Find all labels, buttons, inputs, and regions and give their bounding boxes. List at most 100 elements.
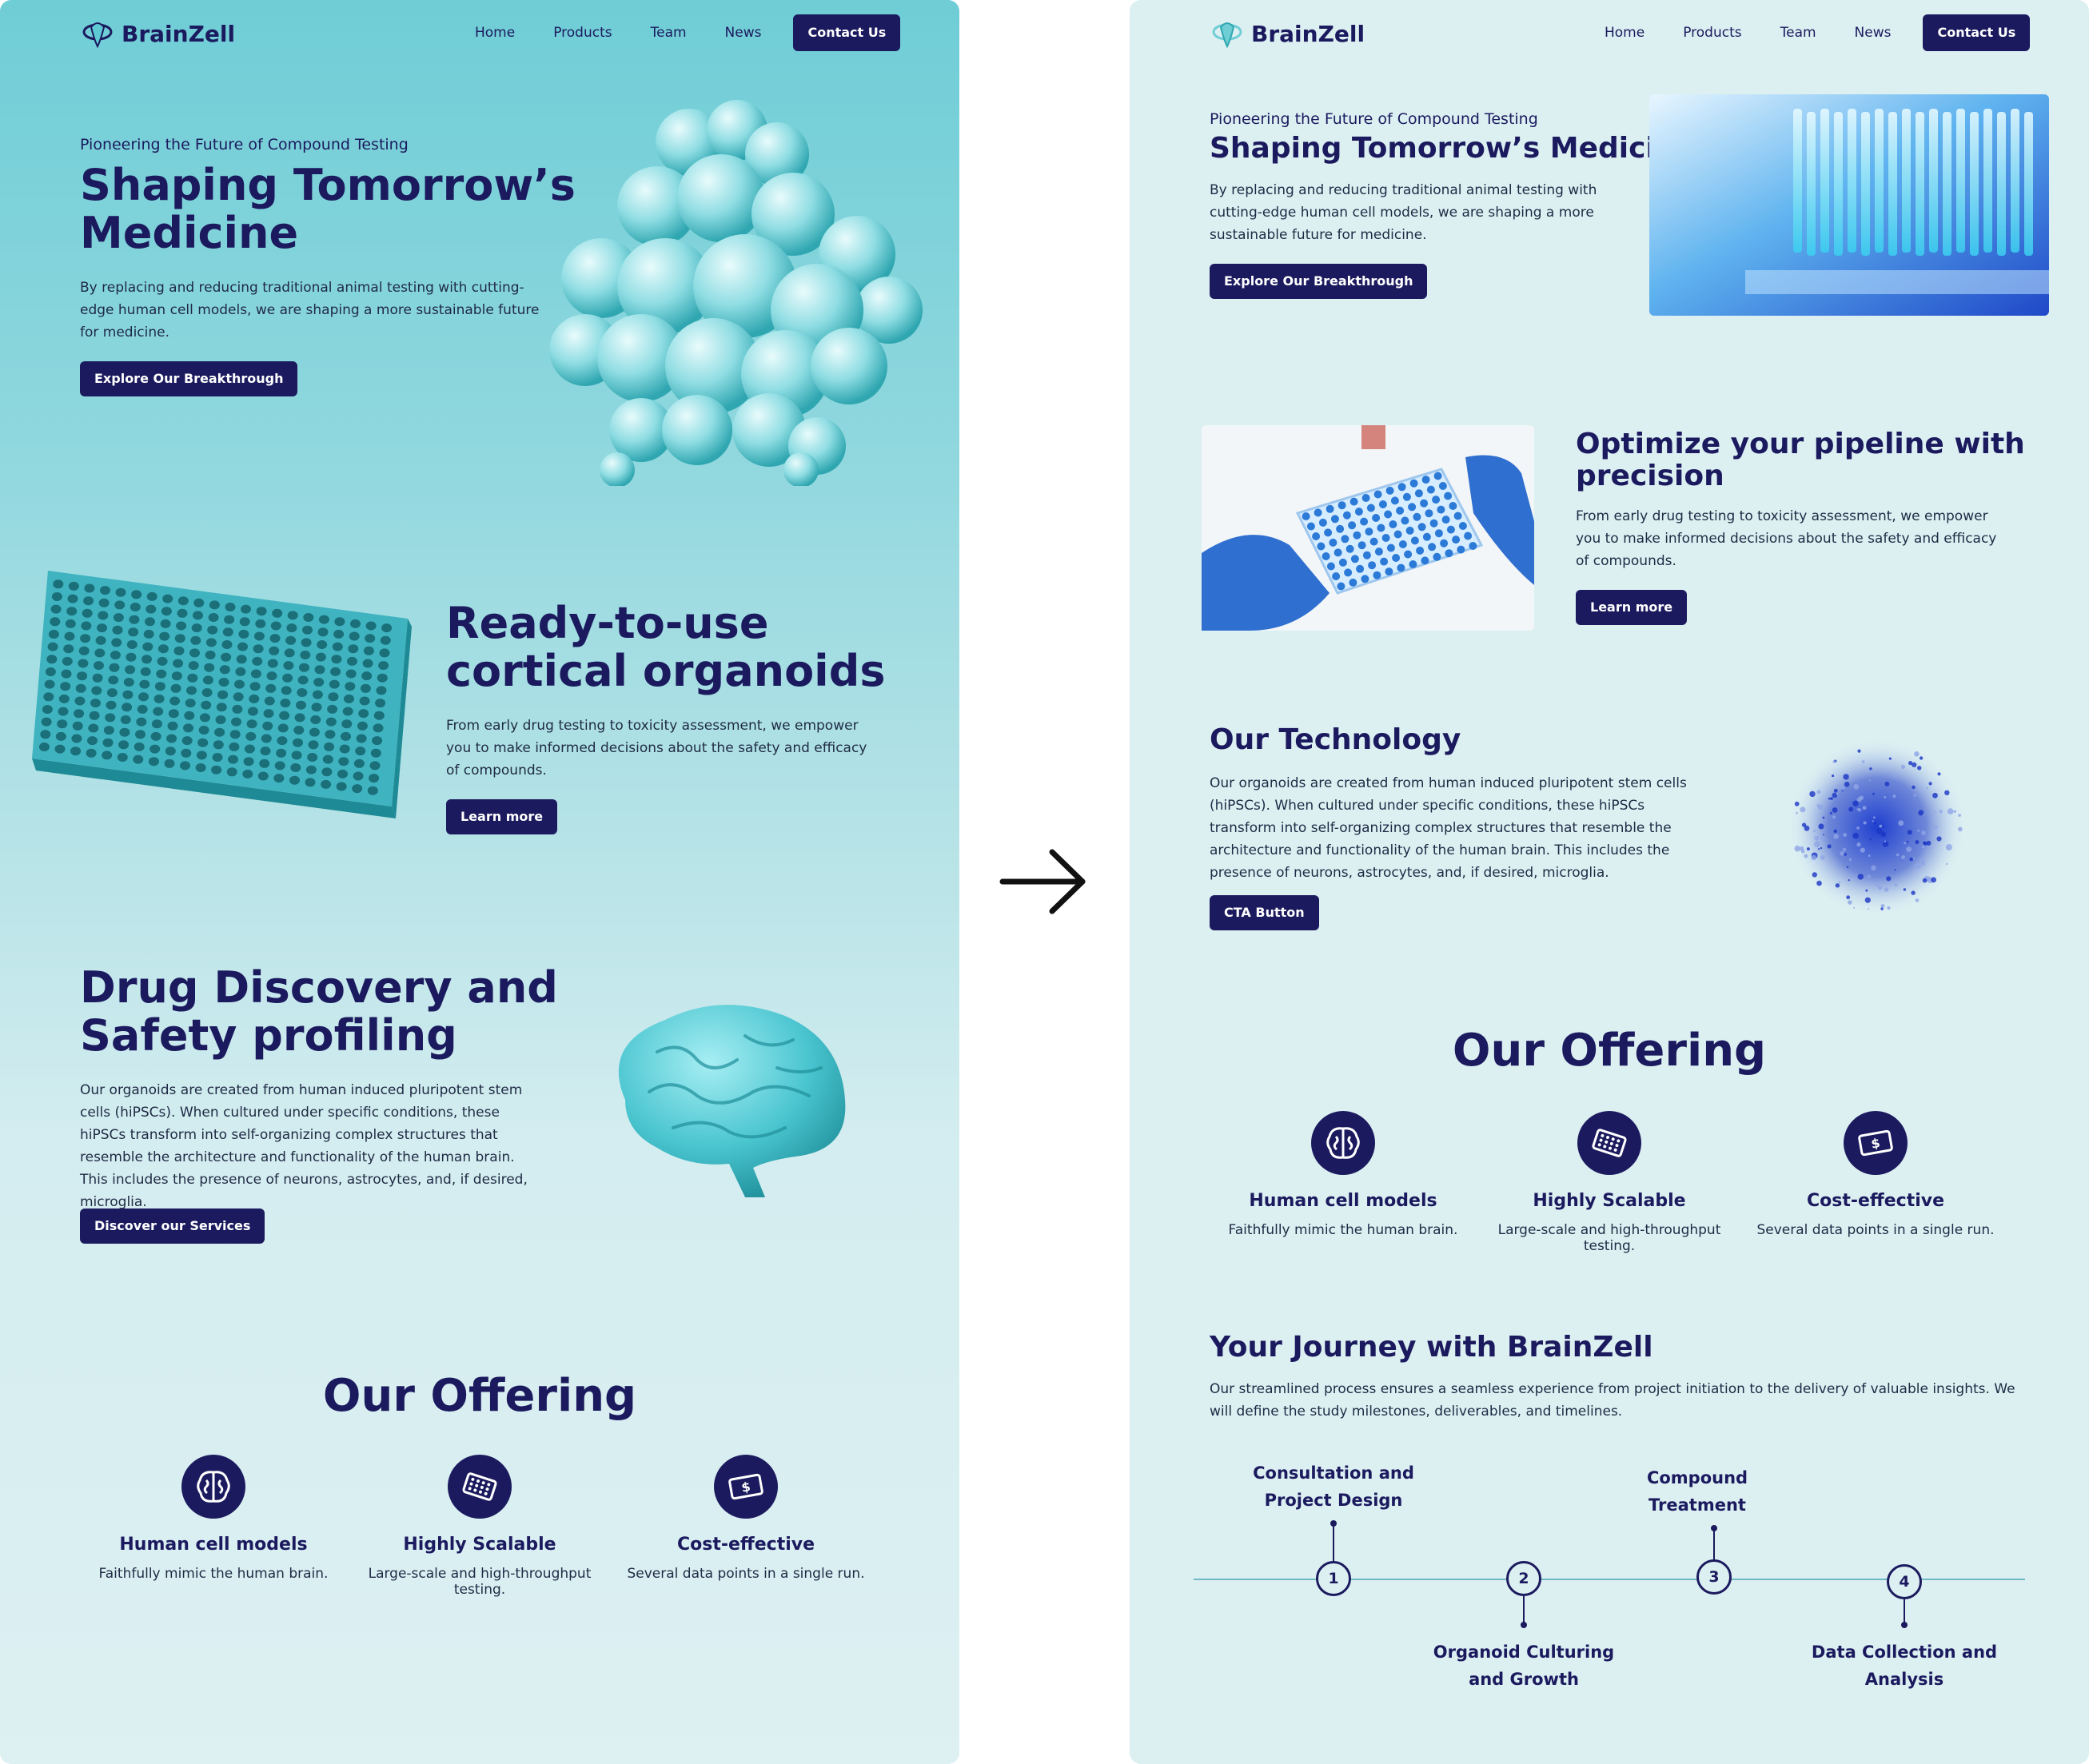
- brain-image: [618, 1005, 846, 1197]
- offering-desc-scalable: Large-scale and high-throughput testing.: [1497, 1222, 1721, 1254]
- hero-kicker: Pioneering the Future of Compound Testin…: [1210, 110, 1538, 128]
- hero-body: By replacing and reducing traditional an…: [80, 280, 540, 340]
- offering-card-cost: $ Cost-effective Several data points in …: [1740, 1111, 2011, 1238]
- brain-icon: [1311, 1111, 1375, 1175]
- step-4-marker[interactable]: 4: [1887, 1564, 1922, 1599]
- step-4-dot: [1901, 1622, 1908, 1628]
- offering-title-scalable: Highly Scalable: [403, 1535, 556, 1555]
- offering-card-cost: $ Cost-effective Several data points in …: [610, 1455, 882, 1582]
- nav-team[interactable]: Team: [651, 25, 687, 41]
- offering-card-scalable: Highly Scalable Large-scale and high-thr…: [344, 1455, 616, 1598]
- well-plate-icon: [1577, 1111, 1641, 1175]
- main-nav: Home Products Team News Contact Us: [475, 14, 901, 51]
- discovery-title: Drug Discovery and Safety profiling: [80, 962, 558, 1061]
- cta-button[interactable]: CTA Button: [1210, 895, 1319, 930]
- hero-title: Shaping Tomorrow’s Medicine: [1210, 132, 1696, 165]
- step-3-label: Compound Treatment: [1609, 1464, 1785, 1519]
- offering-title-human-cell: Human cell models: [1249, 1191, 1437, 1211]
- brand-name: BrainZell: [122, 20, 236, 47]
- explore-breakthrough-button[interactable]: Explore Our Breakthrough: [1210, 264, 1428, 299]
- main-nav: Home Products Team News Contact Us: [1605, 14, 2031, 51]
- discover-services-button[interactable]: Discover our Services: [80, 1209, 265, 1244]
- offering-title: Our Offering: [322, 1370, 637, 1422]
- protein-molecule-image: [549, 100, 923, 486]
- step-1-label-line2: Project Design: [1264, 1491, 1403, 1510]
- step-1-label-line1: Consultation and: [1253, 1463, 1414, 1483]
- offering-card-scalable: Highly Scalable Large-scale and high-thr…: [1473, 1111, 1745, 1254]
- pipeline-title: Optimize your pipeline with precision: [1576, 428, 2025, 493]
- step-4-label: Data Collection and Analysis: [1804, 1639, 2004, 1693]
- nav-home[interactable]: Home: [1605, 25, 1644, 41]
- offering-title-cost: Cost-effective: [1806, 1191, 1945, 1211]
- brainzell-logo-icon: [82, 22, 113, 49]
- organoid-microscopy-image: [1788, 738, 1967, 917]
- step-3-stem: [1713, 1528, 1715, 1560]
- pipeline-title-line1: Optimize your pipeline with: [1576, 428, 2025, 460]
- contact-us-button[interactable]: Contact Us: [1923, 14, 2031, 51]
- step-3-label-line2: Treatment: [1648, 1495, 1746, 1515]
- well-plate-image: [32, 571, 412, 818]
- hero-body: By replacing and reducing traditional an…: [1210, 182, 1597, 243]
- offering-title-scalable: Highly Scalable: [1533, 1191, 1686, 1211]
- offering-desc-human-cell: Faithfully mimic the human brain.: [1228, 1222, 1458, 1238]
- organoids-learn-more-button[interactable]: Learn more: [446, 799, 558, 834]
- nav-news[interactable]: News: [1855, 25, 1892, 41]
- contact-us-button[interactable]: Contact Us: [793, 14, 901, 51]
- hero-kicker: Pioneering the Future of Compound Testin…: [80, 136, 409, 153]
- nav-team[interactable]: Team: [1780, 25, 1816, 41]
- step-2-label: Organoid Culturing and Growth: [1420, 1639, 1628, 1693]
- step-4-label-line2: Analysis: [1864, 1670, 1944, 1689]
- arrow-right-icon: [999, 849, 1086, 914]
- step-1-marker[interactable]: 1: [1316, 1561, 1351, 1596]
- step-3-label-line1: Compound: [1646, 1468, 1748, 1487]
- organoids-title-line2: cortical organoids: [446, 646, 886, 697]
- nav-home[interactable]: Home: [475, 25, 515, 41]
- nav-products[interactable]: Products: [1683, 25, 1741, 41]
- pipeline-body: From early drug testing to toxicity asse…: [1576, 508, 1997, 569]
- step-4-stem: [1904, 1599, 1905, 1623]
- offering-title: Our Offering: [1452, 1025, 1767, 1077]
- brain-icon: [181, 1455, 245, 1519]
- step-4-label-line1: Data Collection and: [1811, 1643, 1998, 1662]
- brand-logo[interactable]: BrainZell: [1210, 16, 1365, 51]
- offering-desc-human-cell: Faithfully mimic the human brain.: [98, 1566, 329, 1582]
- step-2-label-line1: Organoid Culturing: [1433, 1643, 1615, 1662]
- money-icon: $: [714, 1455, 778, 1519]
- organoids-title-line1: Ready-to-use: [446, 598, 769, 648]
- left-page-version: BrainZell Home Products Team News Contac…: [0, 0, 959, 1764]
- technology-body: Our organoids are created from human ind…: [1210, 775, 1687, 881]
- organoids-title: Ready-to-use cortical organoids: [446, 599, 886, 696]
- brand-logo[interactable]: BrainZell: [80, 16, 235, 51]
- step-2-label-line2: and Growth: [1469, 1670, 1579, 1689]
- technology-title: Our Technology: [1210, 723, 1461, 756]
- hero-title-line1: Shaping Tomorrow’s: [80, 160, 576, 210]
- well-plate-icon: [448, 1455, 512, 1519]
- step-1-stem: [1333, 1523, 1334, 1562]
- offering-desc-cost: Several data points in a single run.: [1756, 1222, 1995, 1238]
- hero-title-line2: Medicine: [80, 208, 299, 259]
- discovery-body: Our organoids are created from human ind…: [80, 1082, 528, 1210]
- nav-news[interactable]: News: [725, 25, 762, 41]
- nav-products[interactable]: Products: [553, 25, 612, 41]
- offering-desc-scalable: Large-scale and high-throughput testing.: [368, 1566, 592, 1598]
- svg-text:$: $: [1870, 1135, 1881, 1152]
- brainzell-logo-icon: [1212, 22, 1242, 49]
- offering-title-cost: Cost-effective: [676, 1535, 815, 1555]
- discovery-title-line1: Drug Discovery and: [80, 962, 558, 1013]
- lab-tubes-image: [1649, 94, 2049, 316]
- step-3-marker[interactable]: 3: [1696, 1559, 1732, 1595]
- step-2-marker[interactable]: 2: [1506, 1561, 1541, 1596]
- explore-breakthrough-button[interactable]: Explore Our Breakthrough: [80, 361, 298, 396]
- offering-desc-cost: Several data points in a single run.: [627, 1566, 865, 1582]
- money-icon: $: [1844, 1111, 1908, 1175]
- right-page-version: BrainZell Home Products Team News Contac…: [1130, 0, 2089, 1764]
- organoids-body: From early drug testing to toxicity asse…: [446, 718, 867, 778]
- step-2-dot: [1521, 1622, 1527, 1628]
- offering-card-human-cell: Human cell models Faithfully mimic the h…: [78, 1455, 349, 1582]
- offering-card-human-cell: Human cell models Faithfully mimic the h…: [1207, 1111, 1479, 1238]
- pipeline-title-line2: precision: [1576, 460, 1724, 493]
- journey-body: Our streamlined process ensures a seamle…: [1210, 1381, 2015, 1420]
- journey-title: Your Journey with BrainZell: [1210, 1331, 1653, 1364]
- pipeline-learn-more-button[interactable]: Learn more: [1576, 590, 1688, 625]
- discovery-title-line2: Safety profiling: [80, 1010, 457, 1061]
